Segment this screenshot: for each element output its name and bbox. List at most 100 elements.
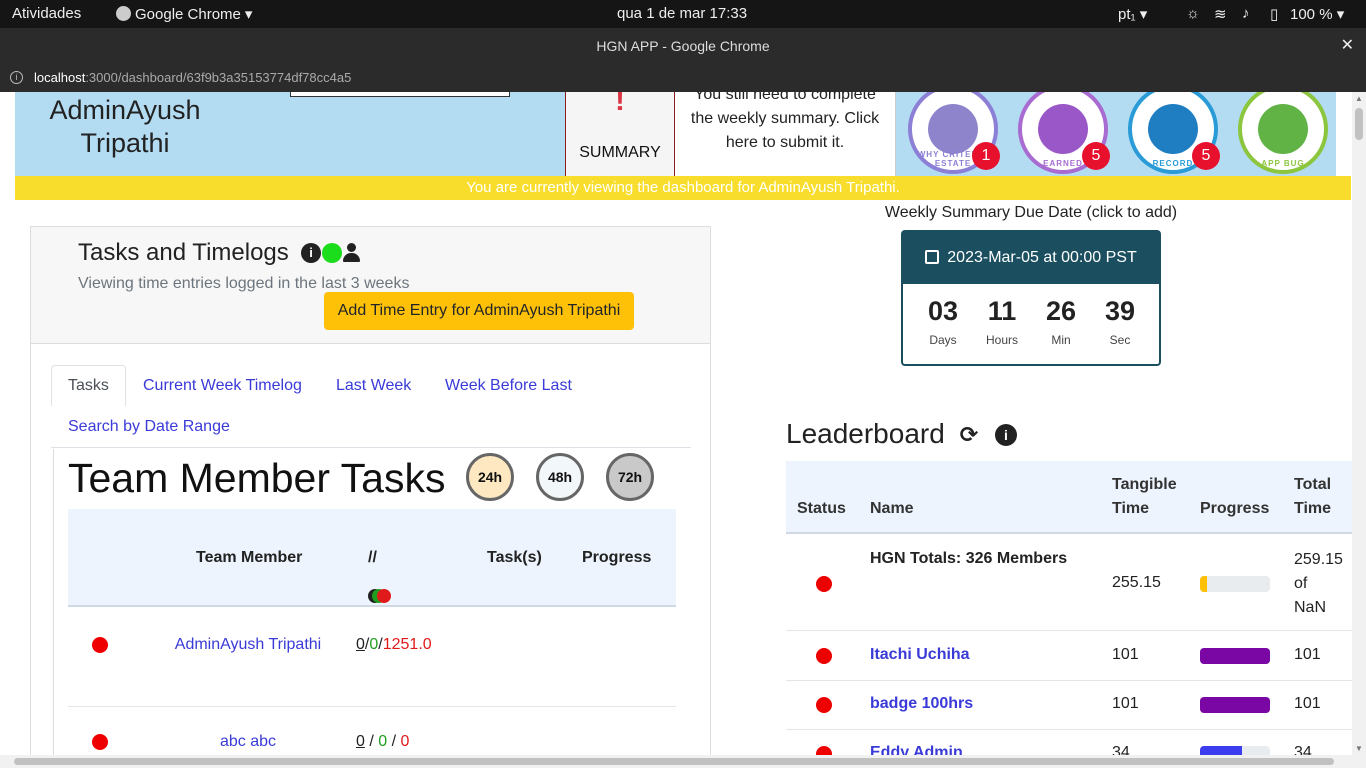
keyboard-layout[interactable]: pt₁ ▾ xyxy=(1118,5,1147,23)
totals-tangible: 255.15 xyxy=(1112,574,1161,591)
due-countdown[interactable]: 2023-Mar-05 at 00:00 PST 03 Days 11 Hours … xyxy=(901,230,1161,366)
badge[interactable]: APP BUG xyxy=(1238,92,1328,174)
member-name-link[interactable]: Eddy Admin xyxy=(870,744,963,755)
checkbox-badge-icon xyxy=(928,104,978,154)
tangible-time: 34 xyxy=(1112,744,1130,755)
due-date: 2023-Mar-05 at 00:00 PST xyxy=(903,232,1159,284)
badge[interactable]: RECORD 5 xyxy=(1128,92,1220,174)
dropdown-icon: ▾ xyxy=(1139,6,1148,23)
tasks-tabs: Tasks Current Week Timelog Last Week Wee… xyxy=(51,365,691,447)
summary-reminder[interactable]: You still need to complete the weekly su… xyxy=(675,92,896,176)
progress-fill xyxy=(1200,576,1207,592)
team-tasks-title: Team Member Tasks xyxy=(68,455,446,501)
progress-fill xyxy=(1200,746,1242,755)
volume-icon: ♪ xyxy=(1242,5,1250,22)
clock-red-icon xyxy=(376,589,391,603)
bug-badge-icon xyxy=(1258,104,1308,154)
tangible-time: 101 xyxy=(1112,695,1139,712)
tab-last-week[interactable]: Last Week xyxy=(336,377,411,395)
leaderboard-row: Itachi Uchiha 101 101 xyxy=(786,632,1352,681)
scroll-up-icon[interactable]: ▲ xyxy=(1355,94,1363,103)
table-row: abc abc 0 / 0 / 0 xyxy=(68,707,676,755)
system-top-bar: Atividades Google Chrome ▾ qua 1 de mar 1… xyxy=(0,0,1366,28)
tab-current-week-timelog[interactable]: Current Week Timelog xyxy=(143,377,302,395)
window-title: HGN APP - Google Chrome xyxy=(596,38,770,54)
scrollbar-thumb[interactable] xyxy=(14,758,1334,765)
col-team-member: Team Member xyxy=(196,549,303,566)
refresh-icon[interactable]: ⟳ xyxy=(958,424,980,446)
activities-button[interactable]: Atividades xyxy=(12,5,81,22)
tab-tasks[interactable]: Tasks xyxy=(51,365,126,406)
tab-search-by-date-range[interactable]: Search by Date Range xyxy=(68,418,230,436)
col-tangible-2: Time xyxy=(1112,500,1150,517)
col-hours: / / xyxy=(368,549,391,603)
leaderboard-row: Eddy Admin 34 34 xyxy=(786,730,1352,755)
leaderboard-row: badge 100hrs 101 101 xyxy=(786,681,1352,730)
team-member-tasks: Team Member Tasks 24h 48h 72h Team Membe… xyxy=(53,449,691,755)
table-row: AdminAyush Tripathi 0/0/1251.0 xyxy=(68,609,676,707)
status-dot xyxy=(92,637,108,653)
countdown-hours: 11 Hours xyxy=(985,296,1018,347)
profile-name: AdminAyush Tripathi xyxy=(49,95,201,158)
member-name-link[interactable]: Itachi Uchiha xyxy=(870,646,970,664)
col-total-2: Time xyxy=(1294,500,1332,517)
url-text[interactable]: localhost:3000/dashboard/63f9b3a35153774… xyxy=(34,64,351,92)
system-menu[interactable]: 100 % ▾ xyxy=(1290,5,1344,23)
calendar-icon xyxy=(925,250,940,264)
profile-input-box[interactable] xyxy=(290,92,510,97)
tasks-timelogs-card: Tasks and Timelogs i Viewing time entrie… xyxy=(30,226,711,755)
info-icon[interactable]: i xyxy=(301,243,321,263)
tasks-title: Tasks and Timelogs xyxy=(78,239,289,266)
status-dot xyxy=(816,746,832,755)
filter-24h-button[interactable]: 24h xyxy=(466,453,514,501)
due-date-label[interactable]: Weekly Summary Due Date (click to add) xyxy=(820,204,1242,222)
member-hours: 0/0/1251.0 xyxy=(356,636,432,653)
site-info-icon[interactable]: i xyxy=(10,71,23,84)
tasks-header: Tasks and Timelogs i Viewing time entrie… xyxy=(31,227,710,344)
info-icon[interactable]: i xyxy=(995,424,1017,446)
col-progress: Progress xyxy=(1200,500,1270,517)
square-badge-icon xyxy=(1148,104,1198,154)
summary-button[interactable]: ! SUMMARY xyxy=(565,92,675,176)
badge[interactable]: WHY CRITERIA ESTATE 1 xyxy=(908,92,1000,174)
totals-progress-bar xyxy=(1200,576,1270,592)
col-total: Total xyxy=(1294,476,1332,493)
filter-48h-button[interactable]: 48h xyxy=(536,453,584,501)
totals-label: HGN Totals: 326 Members xyxy=(870,550,1068,567)
add-time-entry-button[interactable]: Add Time Entry for AdminAyush Tripathi xyxy=(324,292,634,330)
leaderboard-totals-row: HGN Totals: 326 Members 255.15 259.15 of… xyxy=(786,536,1352,631)
badge[interactable]: EARNED 5 xyxy=(1018,92,1110,174)
member-name-link[interactable]: badge 100hrs xyxy=(870,695,973,713)
badge-count: 5 xyxy=(1082,142,1110,170)
green-status-icon[interactable] xyxy=(322,243,342,263)
status-dot xyxy=(816,648,832,664)
app-menu[interactable]: Google Chrome ▾ xyxy=(116,5,252,23)
user-icon[interactable] xyxy=(342,243,362,263)
tab-week-before-last[interactable]: Week Before Last xyxy=(445,377,572,395)
address-bar[interactable]: i localhost:3000/dashboard/63f9b3a351537… xyxy=(0,64,1366,92)
team-tasks-header: Team Member / / Task(s) Progress xyxy=(68,509,676,607)
vertical-scrollbar[interactable]: ▲ ▼ xyxy=(1352,92,1366,755)
member-name-link[interactable]: abc abc xyxy=(148,733,348,751)
brightness-icon: ☼ xyxy=(1186,5,1200,22)
viewing-notice: You are currently viewing the dashboard … xyxy=(15,176,1351,200)
member-name-link[interactable]: AdminAyush Tripathi xyxy=(148,636,348,654)
scroll-down-icon[interactable]: ▼ xyxy=(1355,744,1363,753)
col-tangible: Tangible xyxy=(1112,476,1177,493)
scrollbar-thumb[interactable] xyxy=(1355,108,1363,140)
total-time: 101 xyxy=(1294,646,1321,663)
filter-72h-button[interactable]: 72h xyxy=(606,453,654,501)
clock[interactable]: qua 1 de mar 17:33 xyxy=(617,5,747,22)
countdown-seconds: 39 Sec xyxy=(1104,296,1136,347)
leaderboard-table: Status Name Tangible Time Progress Total… xyxy=(786,461,1352,755)
tasks-icons: i xyxy=(301,243,391,267)
totals-total-of: of xyxy=(1294,575,1308,592)
countdown-days: 03 Days xyxy=(927,296,959,347)
col-status: Status xyxy=(797,500,846,517)
horizontal-scrollbar[interactable] xyxy=(0,755,1366,768)
tasks-subtitle: Viewing time entries logged in the last … xyxy=(78,275,410,292)
chrome-icon xyxy=(116,6,131,21)
badge-label: APP BUG xyxy=(1261,159,1305,168)
dropdown-icon: ▾ xyxy=(1336,6,1345,23)
close-window-button[interactable]: ✕ xyxy=(1341,28,1354,64)
